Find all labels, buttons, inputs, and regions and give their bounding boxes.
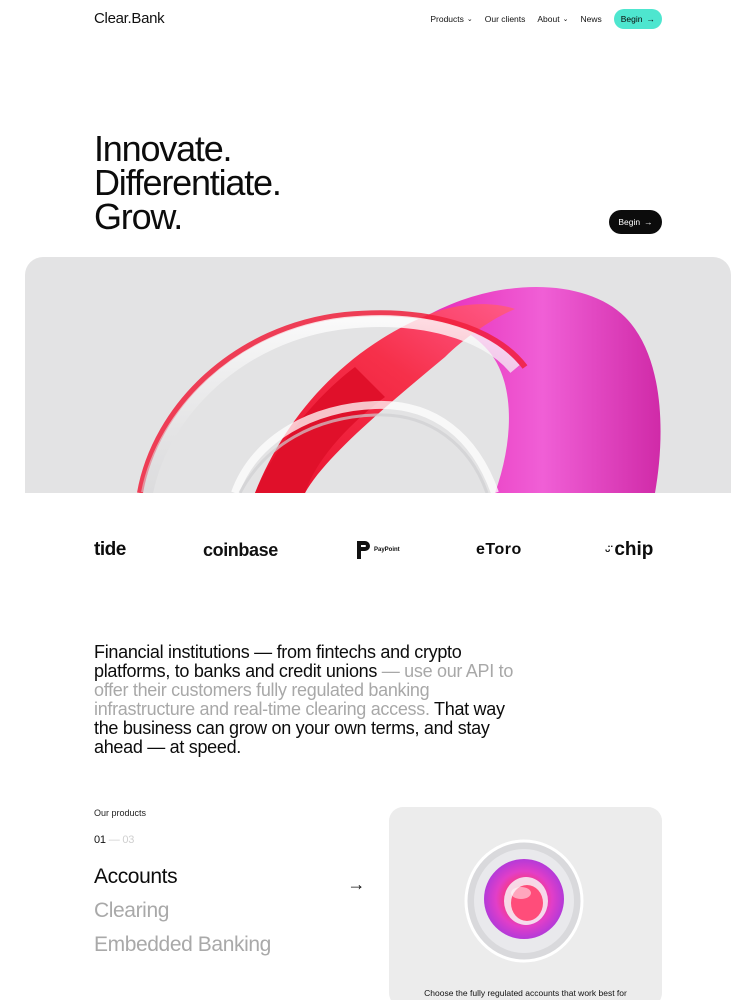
brand-logo[interactable]: Clear.Bank	[94, 10, 165, 27]
product-list: Accounts → Clearing Embedded Banking	[94, 860, 369, 962]
arrow-right-icon: →	[646, 14, 656, 24]
hero-line: Innovate.	[94, 128, 233, 169]
product-item-clearing[interactable]: Clearing	[94, 894, 369, 928]
chip-logo: ᵕ̈ chip	[605, 530, 653, 570]
product-label: Clearing	[94, 899, 170, 922]
hero-line: Grow.	[94, 196, 183, 237]
products-section-label: Our products	[94, 808, 147, 818]
nav-label: Products	[430, 14, 464, 24]
paypoint-logo: PayPoint	[355, 530, 400, 570]
chevron-down-icon: ⌄	[466, 15, 473, 23]
header-begin-button[interactable]: Begin →	[613, 9, 662, 29]
product-preview-card: Choose the fully regulated accounts that…	[389, 807, 662, 1000]
paypoint-mark-icon	[357, 541, 370, 559]
product-card-caption: Choose the fully regulated accounts that…	[424, 988, 627, 998]
begin-label: Begin	[620, 14, 643, 24]
product-label: Embedded Banking	[94, 933, 271, 956]
counter-total: 03	[122, 834, 135, 846]
ribbon-illustration	[137, 287, 661, 493]
top-nav: Clear.Bank Products ⌄ Our clients About …	[0, 0, 756, 38]
client-logos: tide coinbase PayPoint eToro ᵕ̈ chip	[94, 530, 662, 570]
nav-label: News	[580, 14, 602, 24]
counter-current: 01	[94, 834, 106, 846]
nav-label: Our clients	[484, 14, 526, 24]
product-label: Accounts	[94, 865, 178, 888]
product-item-accounts[interactable]: Accounts →	[94, 860, 369, 894]
chevron-down-icon: ⌄	[562, 15, 569, 23]
product-item-embedded-banking[interactable]: Embedded Banking	[94, 928, 369, 962]
value-statement: Financial institutions — from fintechs a…	[94, 643, 524, 757]
glass-ring-illustration	[464, 839, 584, 963]
paypoint-wordmark: PayPoint	[374, 547, 400, 553]
hero-headline: Innovate. Differentiate. Grow.	[94, 128, 282, 237]
begin-label: Begin	[618, 217, 641, 227]
product-counter: 01 — 03	[94, 834, 134, 846]
nav-item-news[interactable]: News	[580, 14, 601, 24]
hero-line: Differentiate.	[94, 162, 282, 203]
nav-item-about[interactable]: About ⌄	[537, 14, 568, 24]
counter-separator: —	[105, 834, 123, 846]
nav-item-our-clients[interactable]: Our clients	[485, 14, 526, 24]
tide-logo: tide	[94, 539, 126, 560]
chip-face-icon: ᵕ̈	[605, 542, 611, 558]
nav-label: About	[537, 14, 560, 24]
hero-begin-button[interactable]: Begin →	[609, 210, 662, 234]
arrow-right-icon: →	[644, 217, 653, 227]
etoro-logo: eToro	[476, 541, 522, 558]
nav-item-products[interactable]: Products ⌄	[430, 14, 472, 24]
chip-wordmark: chip	[614, 539, 654, 560]
main-menu: Products ⌄ Our clients About ⌄ News Begi…	[430, 9, 662, 29]
coinbase-logo: coinbase	[203, 539, 278, 560]
hero-ribbon-image	[25, 257, 731, 493]
